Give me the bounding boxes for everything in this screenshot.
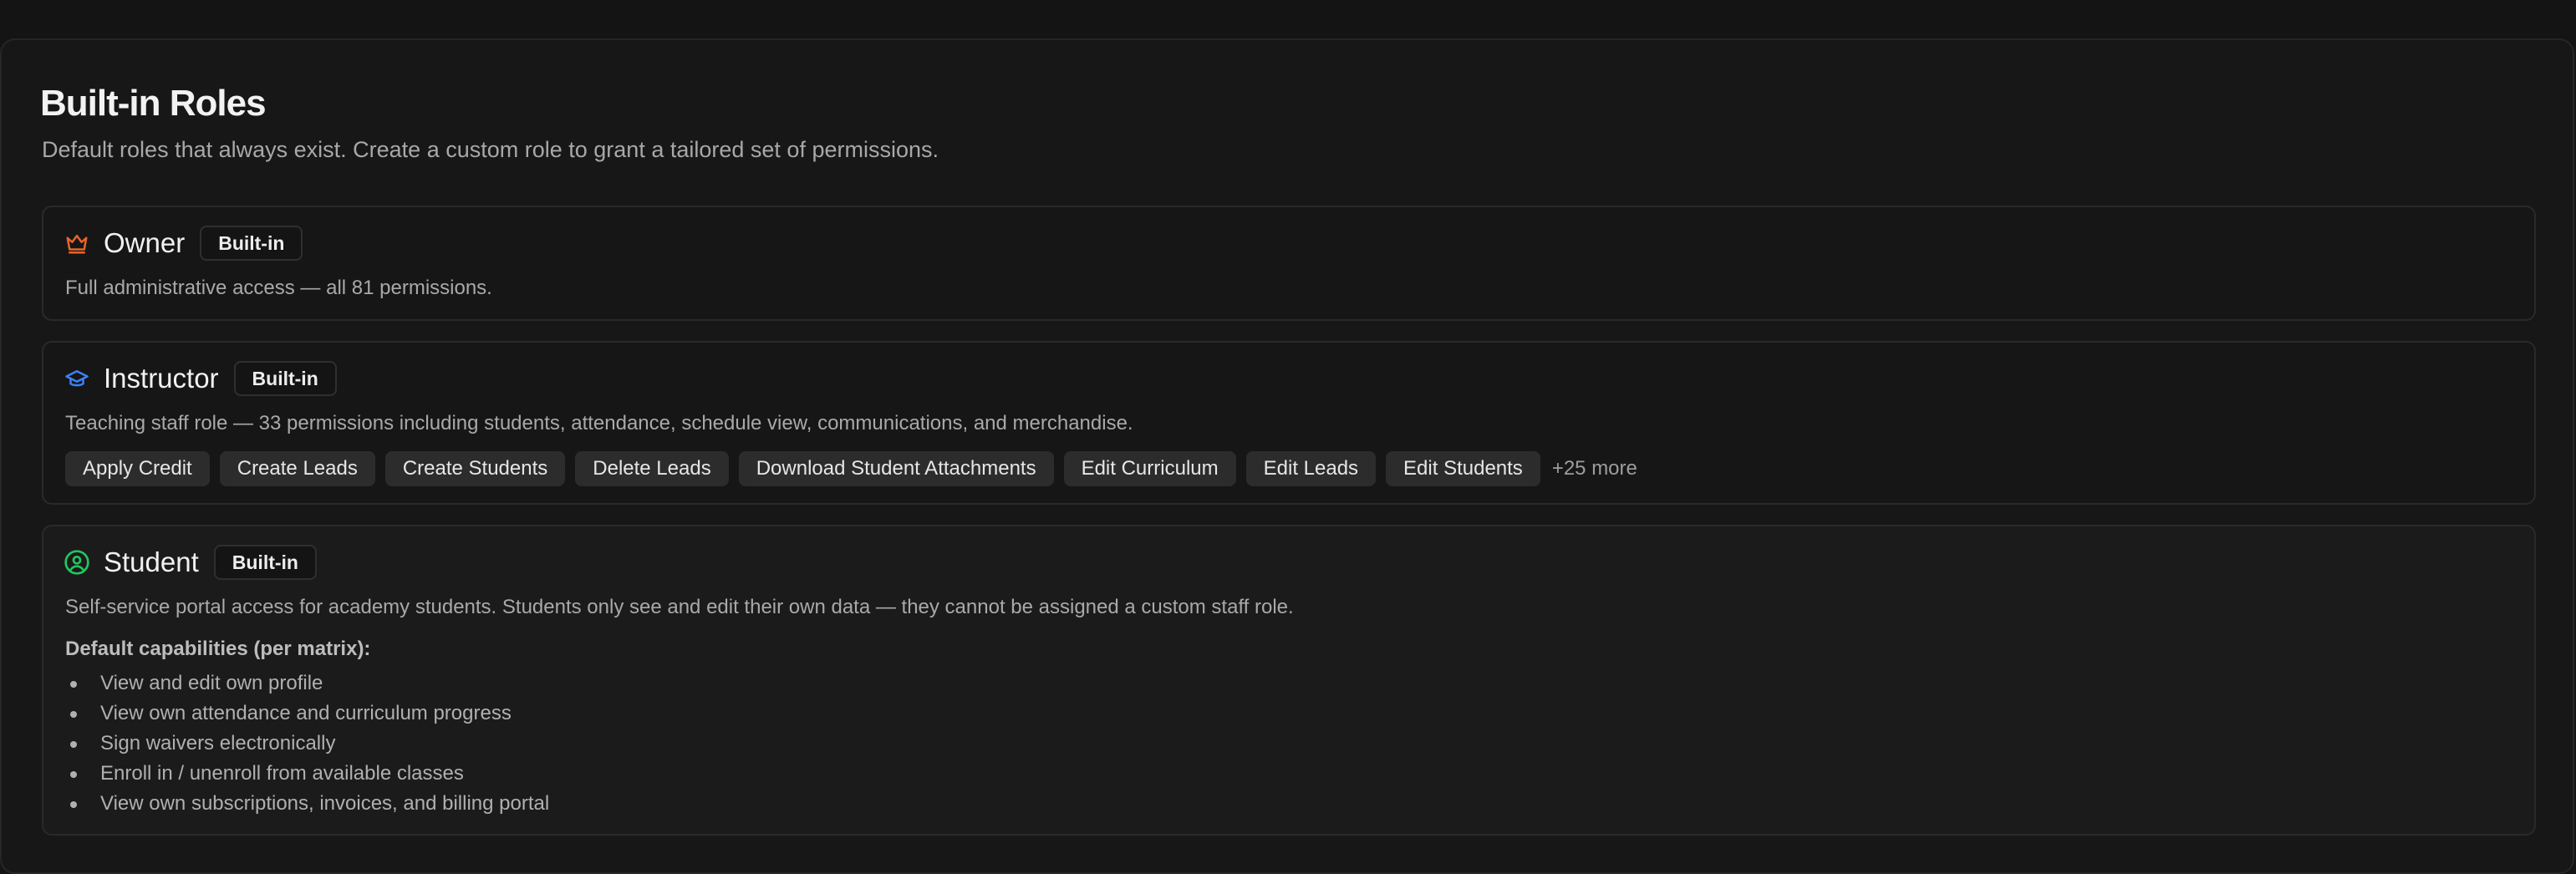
permission-chip: Edit Leads — [1245, 451, 1377, 486]
role-description-instructor: Teaching staff role — 33 permissions inc… — [65, 412, 1133, 434]
role-description-owner: Full administrative access — all 81 perm… — [65, 277, 492, 299]
permission-chip: Create Leads — [219, 451, 375, 486]
capability-item: View and edit own profile — [65, 668, 549, 699]
role-name-owner: Owner — [104, 227, 186, 258]
role-header-student: Student Built-in — [64, 543, 317, 582]
role-name-instructor: Instructor — [104, 363, 219, 394]
capabilities-list: View and edit own profile View own atten… — [65, 668, 549, 819]
built-in-badge-owner: Built-in — [200, 226, 303, 261]
user-circle-icon — [64, 549, 90, 576]
role-card-owner: Owner Built-in Full administrative acces… — [42, 206, 2536, 321]
role-header-instructor: Instructor Built-in — [64, 359, 337, 398]
role-name-student: Student — [104, 546, 199, 577]
page-title: Built-in Roles — [40, 83, 267, 124]
capability-item: View own subscriptions, invoices, and bi… — [65, 789, 549, 819]
permission-chip: Create Students — [384, 451, 566, 486]
capability-item: View own attendance and curriculum progr… — [65, 699, 549, 729]
permission-chip: Edit Students — [1386, 451, 1540, 486]
permission-chip: Apply Credit — [65, 451, 210, 486]
crown-icon — [64, 230, 90, 257]
permission-chip-list: Apply Credit Create Leads Create Student… — [65, 451, 1637, 486]
role-header-owner: Owner Built-in — [64, 224, 303, 262]
more-permissions-link[interactable]: +25 more — [1552, 457, 1637, 480]
permission-chip: Edit Curriculum — [1063, 451, 1236, 486]
capabilities-heading: Default capabilities (per matrix): — [65, 638, 371, 660]
permission-chip: Download Student Attachments — [738, 451, 1054, 486]
capability-item: Sign waivers electronically — [65, 729, 549, 759]
page-subtitle: Default roles that always exist. Create … — [42, 137, 939, 162]
built-in-badge-instructor: Built-in — [233, 361, 337, 396]
graduation-cap-icon — [64, 365, 90, 392]
role-description-student: Self-service portal access for academy s… — [65, 596, 1294, 618]
role-card-instructor: Instructor Built-in Teaching staff role … — [42, 341, 2536, 505]
permission-chip: Delete Leads — [575, 451, 729, 486]
built-in-badge-student: Built-in — [213, 545, 317, 580]
role-card-student: Student Built-in Self-service portal acc… — [42, 525, 2536, 836]
capability-item: Enroll in / unenroll from available clas… — [65, 759, 549, 789]
